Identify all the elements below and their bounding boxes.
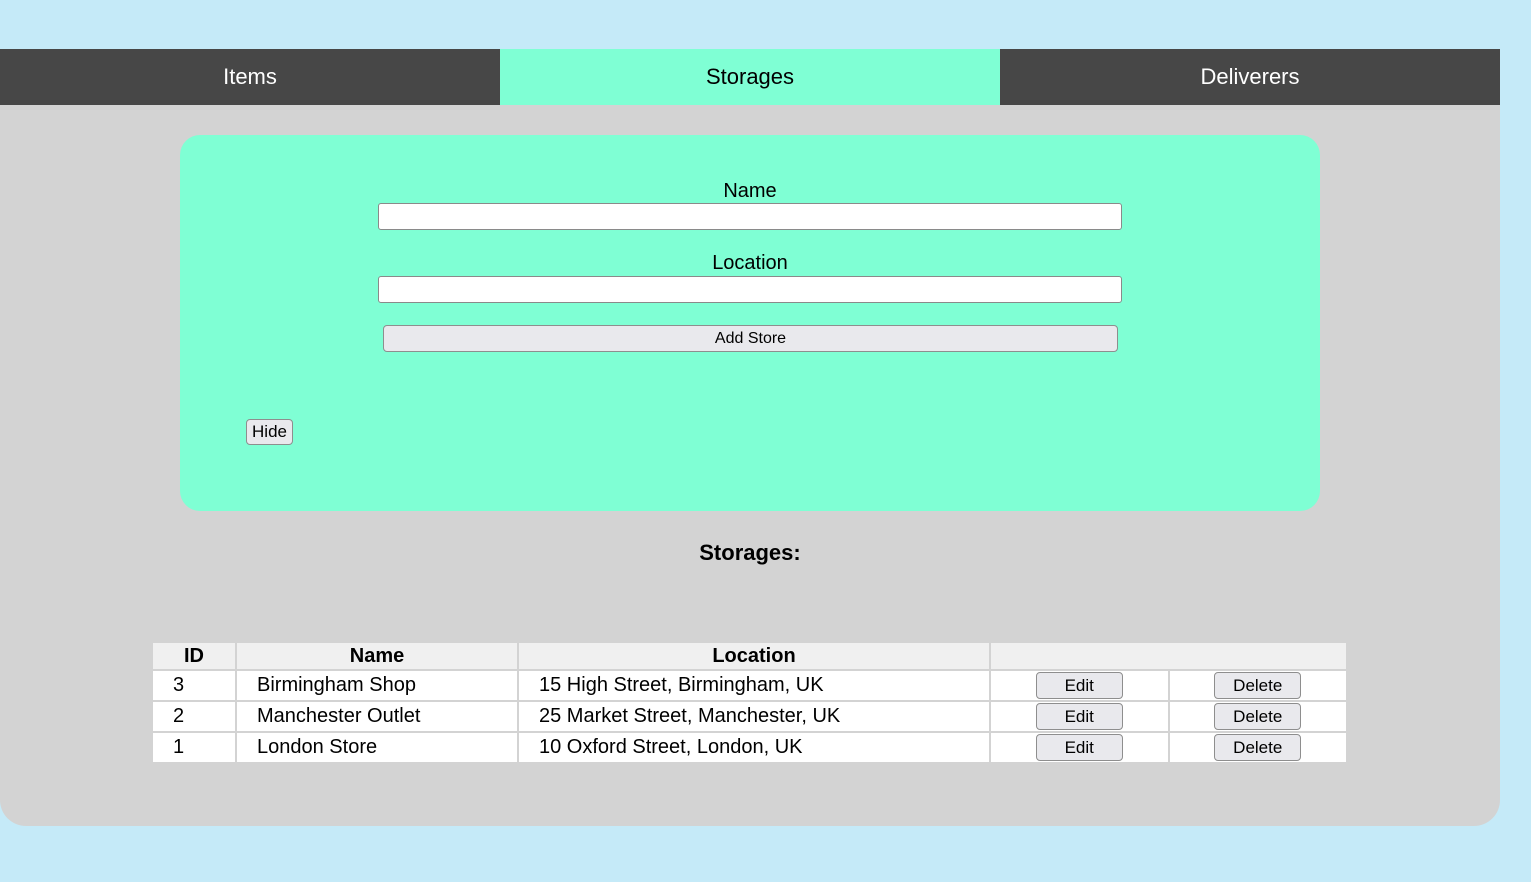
delete-button[interactable]: Delete <box>1214 734 1302 761</box>
cell-name: Manchester Outlet <box>237 702 517 731</box>
cell-name: London Store <box>237 733 517 762</box>
storages-heading: Storages: <box>699 540 801 565</box>
cell-delete: Delete <box>1169 733 1346 762</box>
add-store-form: Name Location Add Store Hide <box>180 135 1320 511</box>
cell-id: 2 <box>153 702 235 731</box>
delete-button[interactable]: Delete <box>1214 672 1302 699</box>
edit-button[interactable]: Edit <box>1035 734 1123 761</box>
app-container: Items Storages Deliverers Name Location … <box>0 49 1500 826</box>
cell-edit: Edit <box>991 671 1168 700</box>
delete-button[interactable]: Delete <box>1214 703 1302 730</box>
location-label: Location <box>712 252 788 274</box>
cell-delete: Delete <box>1169 702 1346 731</box>
table-row: 1 London Store 10 Oxford Street, London,… <box>153 733 1346 762</box>
name-label: Name <box>723 180 777 202</box>
cell-id: 1 <box>153 733 235 762</box>
tab-bar: Items Storages Deliverers <box>0 49 1500 105</box>
location-input[interactable] <box>378 276 1122 303</box>
table-header-row: ID Name Location <box>153 643 1346 669</box>
edit-button[interactable]: Edit <box>1035 672 1123 699</box>
col-name-header: Name <box>237 643 517 669</box>
col-id-header: ID <box>153 643 235 669</box>
cell-edit: Edit <box>991 733 1168 762</box>
tab-items[interactable]: Items <box>0 49 500 105</box>
cell-location: 10 Oxford Street, London, UK <box>519 733 989 762</box>
add-store-button[interactable]: Add Store <box>383 325 1118 352</box>
storages-table: ID Name Location 3 Birmingham Shop 15 Hi… <box>151 641 1348 764</box>
cell-name: Birmingham Shop <box>237 671 517 700</box>
hide-button[interactable]: Hide <box>246 419 293 445</box>
cell-location: 25 Market Street, Manchester, UK <box>519 702 989 731</box>
cell-id: 3 <box>153 671 235 700</box>
edit-button[interactable]: Edit <box>1035 703 1123 730</box>
cell-edit: Edit <box>991 702 1168 731</box>
col-location-header: Location <box>519 643 989 669</box>
cell-delete: Delete <box>1169 671 1346 700</box>
table-row: 2 Manchester Outlet 25 Market Street, Ma… <box>153 702 1346 731</box>
tab-deliverers[interactable]: Deliverers <box>1000 49 1500 105</box>
cell-location: 15 High Street, Birmingham, UK <box>519 671 989 700</box>
col-actions-header <box>991 643 1346 669</box>
name-input[interactable] <box>378 203 1122 230</box>
tab-storages[interactable]: Storages <box>500 49 1000 105</box>
table-row: 3 Birmingham Shop 15 High Street, Birmin… <box>153 671 1346 700</box>
